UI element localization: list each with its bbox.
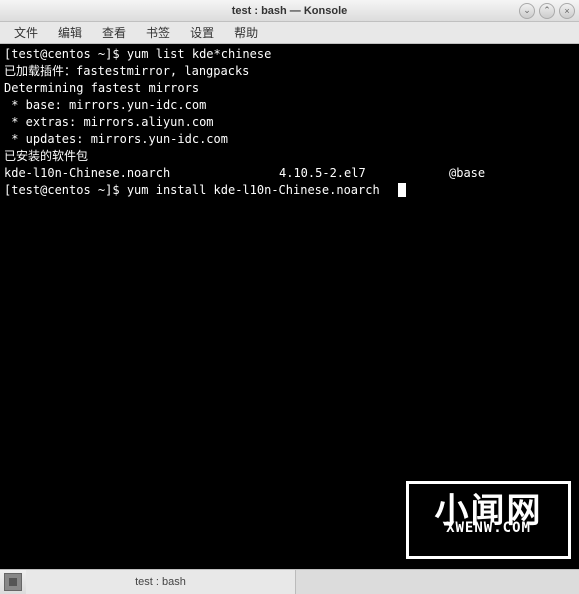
package-version: 4.10.5-2.el7 [279,165,449,182]
command-text: yum install kde-l10n-Chinese.noarch [127,183,380,197]
menu-view[interactable]: 查看 [92,22,136,43]
tab-button[interactable]: test : bash [26,570,296,594]
menubar: 文件 编辑 查看 书签 设置 帮助 [0,22,579,44]
package-repo: @base [449,165,575,182]
package-row: kde-l10n-Chinese.noarch 4.10.5-2.el7 @ba… [4,165,575,182]
menu-help[interactable]: 帮助 [224,22,268,43]
terminal-line: 已安装的软件包 [4,148,575,165]
maximize-button[interactable]: ⌃ [539,3,555,19]
titlebar: test : bash — Konsole ⌄ ⌃ × [0,0,579,22]
terminal-line: * updates: mirrors.yun-idc.com [4,131,575,148]
tab-label: test : bash [135,576,186,588]
window-title: test : bash — Konsole [232,5,348,17]
terminal-line: [test@centos ~]$ yum list kde*chinese [4,46,575,63]
watermark: 小闻网 XWENW.COM [406,481,571,559]
terminal-line: Determining fastest mirrors [4,80,575,97]
command-text: yum list kde*chinese [127,47,272,61]
menu-settings[interactable]: 设置 [180,22,224,43]
status-spacer [296,570,579,594]
package-name: kde-l10n-Chinese.noarch [4,165,279,182]
menu-edit[interactable]: 编辑 [48,22,92,43]
window-controls: ⌄ ⌃ × [519,3,575,19]
terminal-line: * base: mirrors.yun-idc.com [4,97,575,114]
terminal-line: 已加载插件：fastestmirror, langpacks [4,63,575,80]
terminal-line: [test@centos ~]$ yum install kde-l10n-Ch… [4,182,575,199]
terminal-line: * extras: mirrors.aliyun.com [4,114,575,131]
prompt: [test@centos ~]$ [4,183,127,197]
menu-file[interactable]: 文件 [4,22,48,43]
new-tab-icon[interactable] [4,573,22,591]
prompt: [test@centos ~]$ [4,47,127,61]
statusbar: test : bash [0,569,579,594]
menu-bookmarks[interactable]: 书签 [136,22,180,43]
watermark-sub: XWENW.COM [446,520,531,537]
terminal[interactable]: [test@centos ~]$ yum list kde*chinese 已加… [0,44,579,569]
close-button[interactable]: × [559,3,575,19]
minimize-button[interactable]: ⌄ [519,3,535,19]
watermark-main: 小闻网 [435,503,543,520]
cursor [398,183,406,197]
